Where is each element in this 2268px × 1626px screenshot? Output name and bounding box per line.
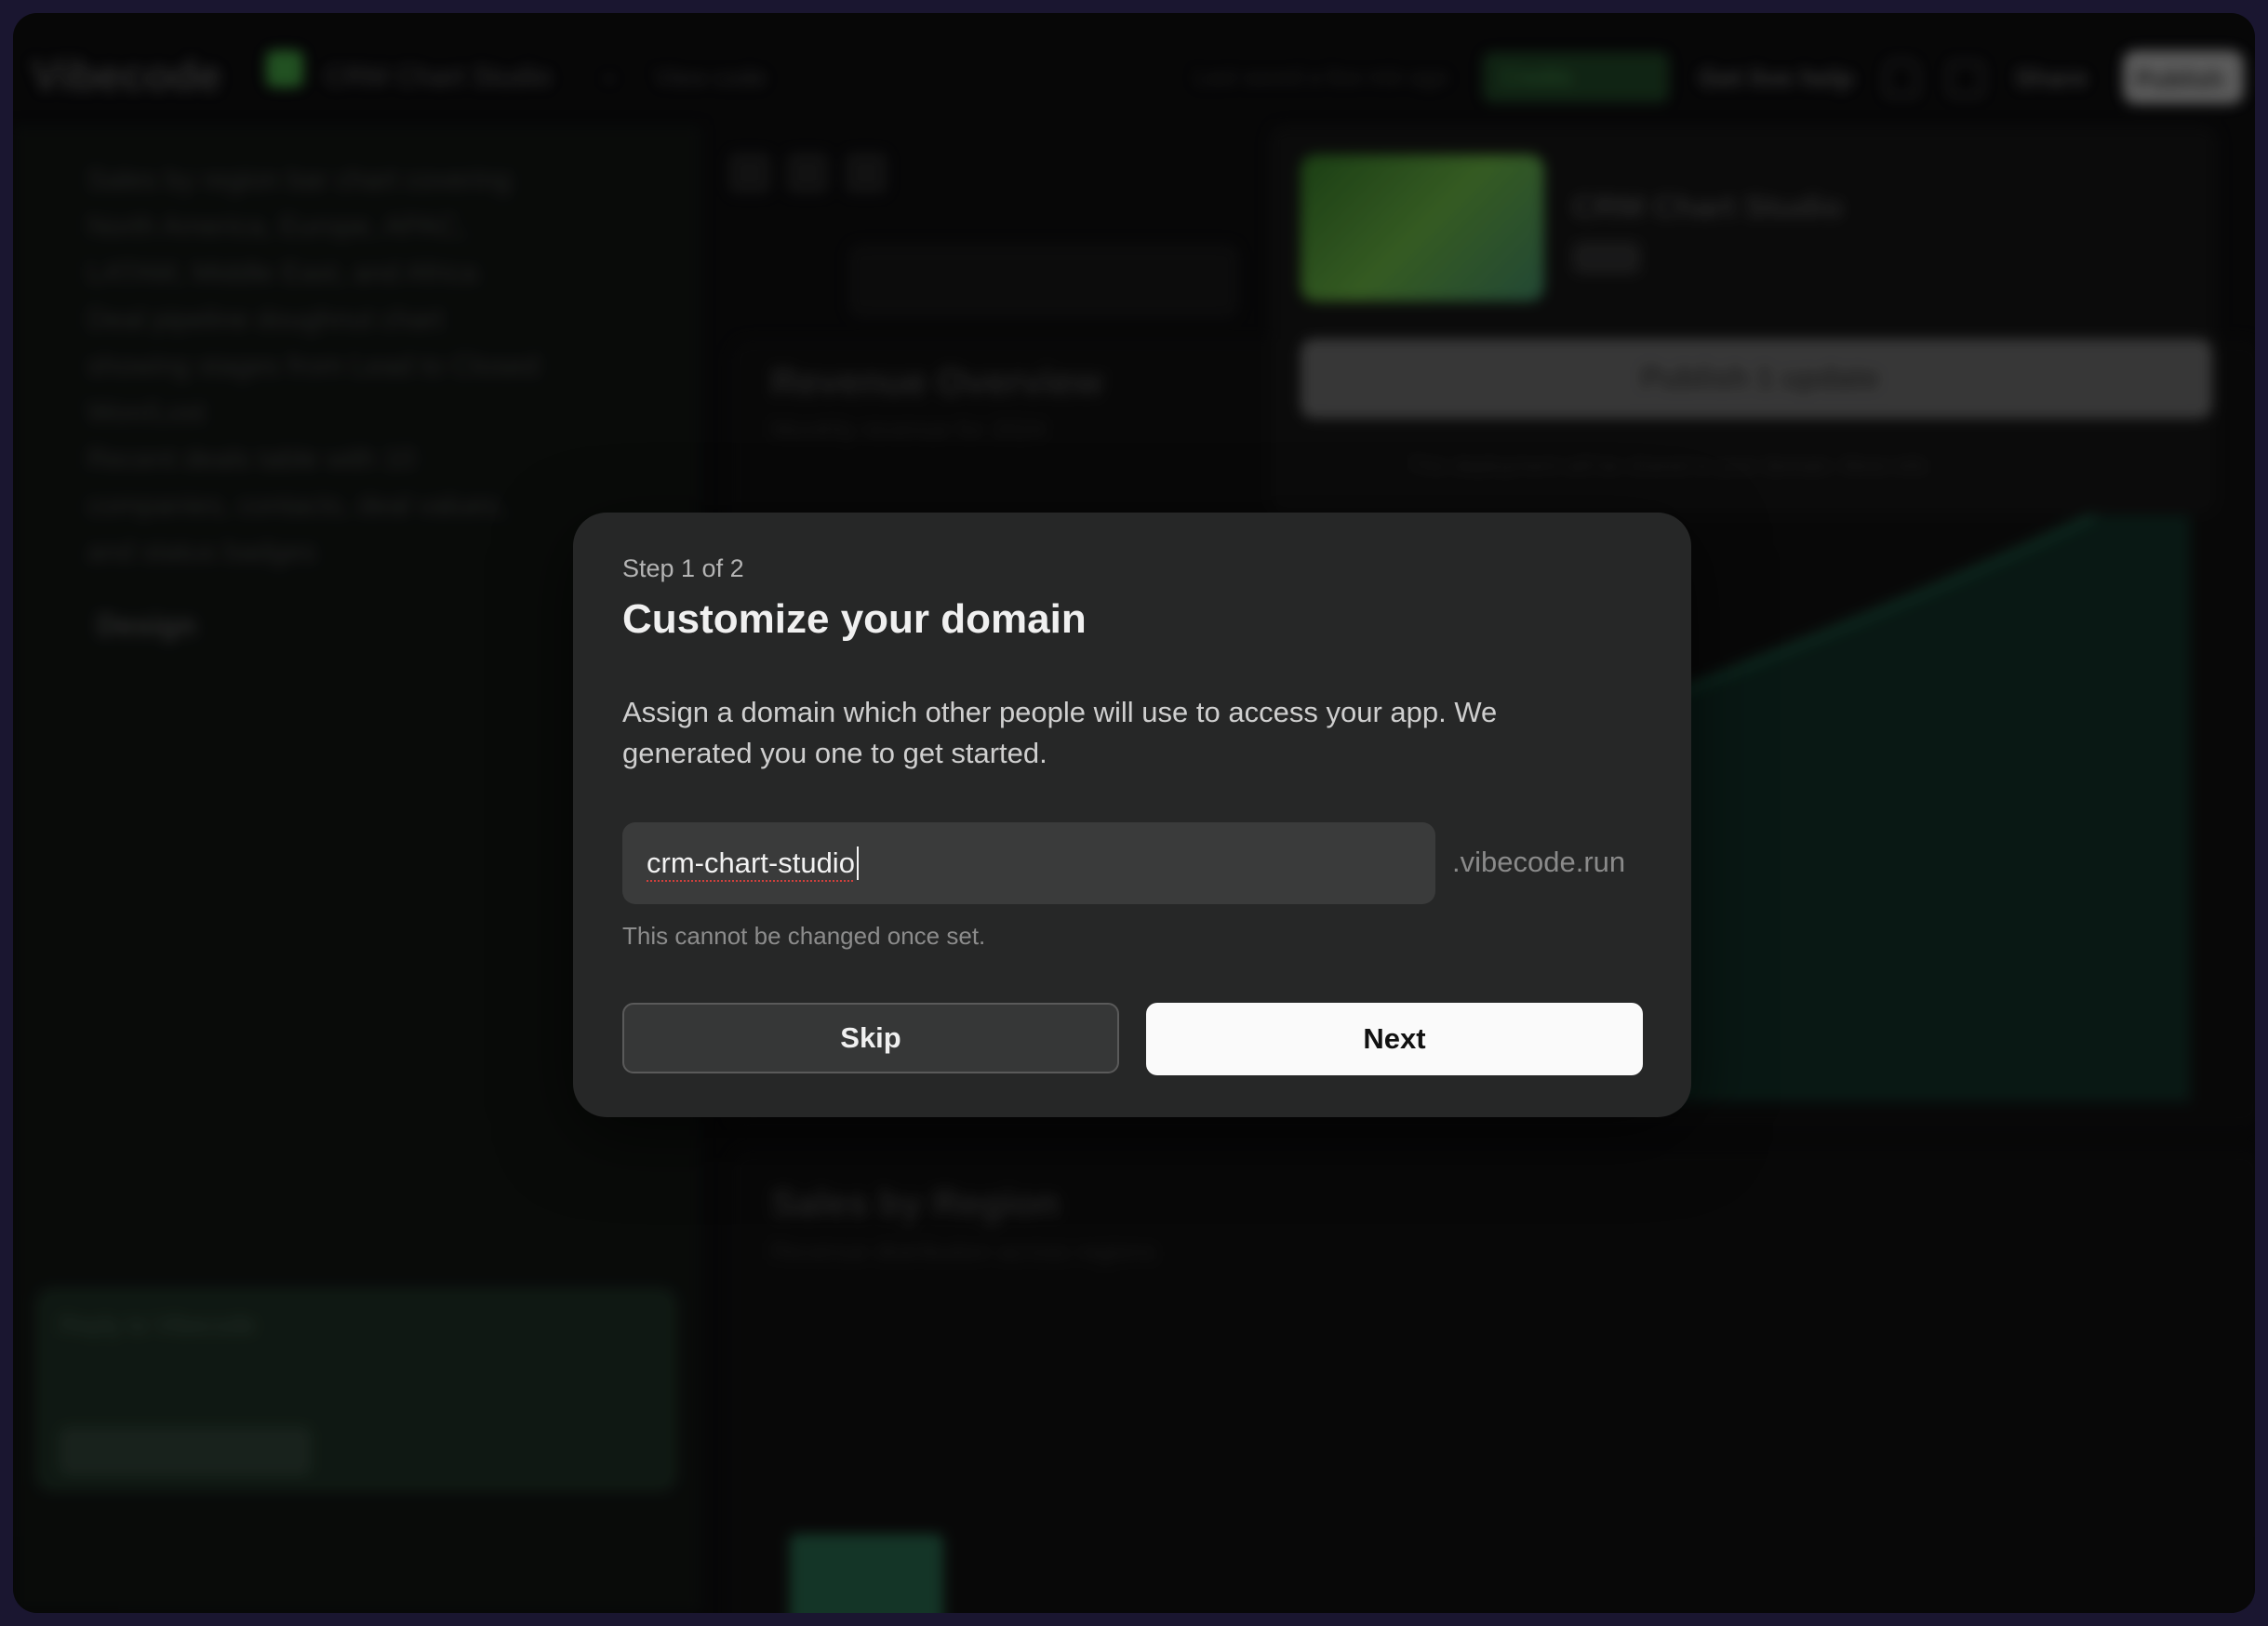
skip-button[interactable]: Skip bbox=[622, 1003, 1119, 1073]
domain-value: crm-chart-studio bbox=[647, 846, 855, 879]
domain-suffix: .vibecode.run bbox=[1452, 846, 1626, 878]
domain-input[interactable]: crm-chart-studio bbox=[622, 822, 1435, 904]
customize-domain-dialog: Step 1 of 2 Customize your domain Assign… bbox=[573, 513, 1691, 1117]
text-caret bbox=[856, 846, 859, 880]
dialog-title: Customize your domain bbox=[622, 596, 1087, 642]
dialog-description: Assign a domain which other people will … bbox=[622, 696, 1498, 769]
next-button[interactable]: Next bbox=[1146, 1003, 1643, 1075]
step-indicator: Step 1 of 2 bbox=[622, 554, 744, 582]
domain-hint: This cannot be changed once set. bbox=[622, 922, 986, 950]
